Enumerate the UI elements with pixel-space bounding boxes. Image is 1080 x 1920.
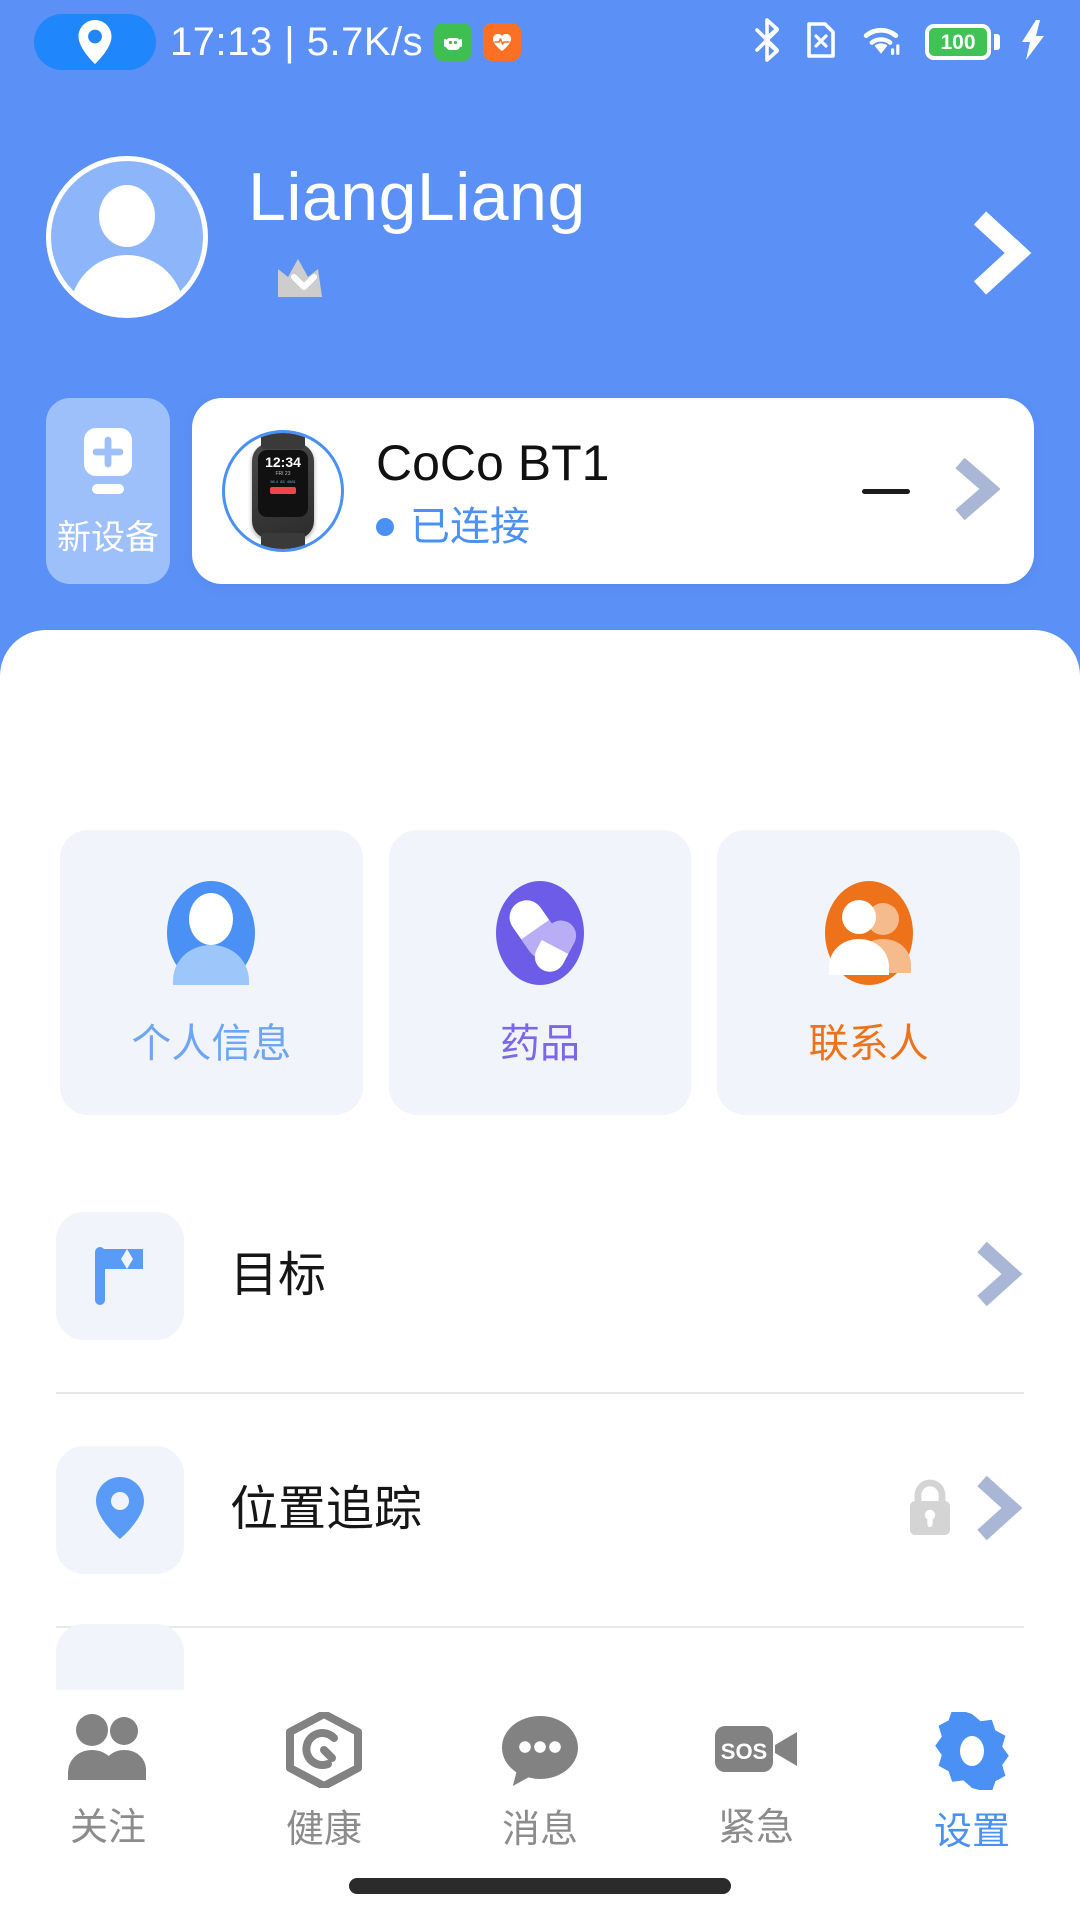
- device-battery-dash: [862, 489, 910, 494]
- chevron-right-icon[interactable]: [970, 1475, 1024, 1546]
- sos-video-icon: SOS: [713, 1712, 799, 1791]
- nav-label: 设置: [934, 1813, 1010, 1851]
- nav-label: 紧急: [718, 1809, 794, 1847]
- tile-personal-info[interactable]: 个人信息: [60, 830, 363, 1115]
- location-pin-icon: [34, 14, 156, 70]
- tile-label: 个人信息: [131, 1024, 291, 1064]
- battery-icon: 100: [925, 24, 1000, 60]
- list-item-location-tracking[interactable]: 位置追踪: [0, 1394, 1080, 1626]
- avatar[interactable]: [46, 156, 208, 318]
- status-bar-right: 100: [751, 18, 1046, 67]
- status-dot-icon: [376, 518, 394, 536]
- add-device-icon: [78, 428, 138, 507]
- location-pin-icon: [96, 1477, 144, 1544]
- chat-bubble-icon: [500, 1712, 580, 1793]
- sim-card-disabled-icon: [805, 20, 837, 65]
- list-item-goals[interactable]: 目标: [0, 1160, 1080, 1392]
- nav-item-follow[interactable]: 关注: [0, 1712, 216, 1847]
- device-name: CoCo BT1: [376, 436, 609, 491]
- crown-icon: [270, 249, 586, 306]
- location-pin-icon-wrap: [56, 1446, 184, 1574]
- contacts-icon: [821, 881, 917, 990]
- pills-icon: [492, 881, 588, 990]
- nav-item-messages[interactable]: 消息: [432, 1712, 648, 1849]
- tile-contacts[interactable]: 联系人: [717, 830, 1020, 1115]
- device-card[interactable]: 12:34 FRI 23 98.4 83 4681 CoCo BT1 已连接: [192, 398, 1034, 584]
- tile-label: 联系人: [809, 1024, 929, 1064]
- status-badge: 已连接: [410, 507, 530, 547]
- profile-text: LiangLiang: [248, 150, 586, 306]
- android-robot-icon: [434, 23, 472, 61]
- wifi-icon: [859, 21, 903, 64]
- add-device-button[interactable]: 新设备: [46, 398, 170, 584]
- svg-text:SOS: SOS: [721, 1739, 767, 1764]
- people-icon: [66, 1712, 150, 1791]
- device-status: 已连接: [376, 507, 609, 547]
- lock-icon: [904, 1477, 956, 1544]
- add-device-label: 新设备: [57, 521, 159, 555]
- list-item-label: 目标: [230, 1252, 326, 1300]
- nav-label: 健康: [286, 1811, 362, 1849]
- list-item-label: 位置追踪: [230, 1486, 422, 1534]
- quick-actions: 个人信息 药品: [60, 830, 1020, 1115]
- chevron-right-icon[interactable]: [964, 200, 1034, 301]
- flag-icon-wrap: [56, 1212, 184, 1340]
- nav-item-settings[interactable]: 设置: [864, 1712, 1080, 1851]
- flag-icon: [91, 1243, 149, 1310]
- list-item-right: [970, 1241, 1024, 1312]
- watch-face-time: 12:34: [265, 455, 301, 469]
- profile-header[interactable]: LiangLiang: [0, 150, 1080, 350]
- gear-icon: [932, 1712, 1012, 1795]
- bluetooth-icon: [751, 18, 783, 67]
- page-title: LiangLiang: [248, 162, 586, 233]
- heart-app-icon: [483, 23, 521, 61]
- device-row: 新设备 12:34 FRI 23 98.4 83 4681 CoCo BT1: [46, 398, 1034, 584]
- status-bar-left: 17:13 | 5.7K/s: [34, 14, 521, 70]
- nav-label: 消息: [502, 1811, 578, 1849]
- status-bar: 17:13 | 5.7K/s 100: [0, 0, 1080, 84]
- status-time: 17:13 | 5.7K/s: [170, 22, 423, 62]
- settings-list: 目标 位置追踪: [0, 1160, 1080, 1748]
- chevron-right-icon[interactable]: [948, 457, 1000, 526]
- tile-label: 药品: [500, 1024, 580, 1064]
- list-item-right: [904, 1475, 1024, 1546]
- health-hexagon-icon: [284, 1712, 364, 1793]
- nav-item-health[interactable]: 健康: [216, 1712, 432, 1849]
- device-info: CoCo BT1 已连接: [376, 436, 609, 547]
- battery-level: 100: [929, 28, 987, 56]
- app-screen: 17:13 | 5.7K/s 100: [0, 0, 1080, 1920]
- home-indicator: [349, 1878, 731, 1894]
- nav-item-emergency[interactable]: SOS 紧急: [648, 1712, 864, 1847]
- tile-medication[interactable]: 药品: [389, 830, 692, 1115]
- charging-bolt-icon: [1022, 20, 1046, 65]
- smartwatch-image: 12:34 FRI 23 98.4 83 4681: [222, 430, 344, 552]
- chevron-right-icon[interactable]: [970, 1241, 1024, 1312]
- person-icon: [163, 881, 259, 990]
- nav-label: 关注: [70, 1809, 146, 1847]
